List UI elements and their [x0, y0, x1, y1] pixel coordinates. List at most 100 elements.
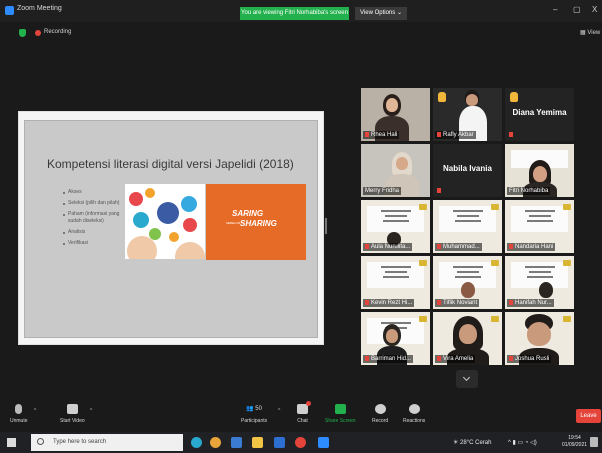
- participant-tile[interactable]: Kevin Rezt Hi...: [361, 256, 430, 309]
- slide-bullet: Verifikasi: [63, 240, 121, 247]
- recording-dot-icon: [35, 30, 41, 36]
- participant-name: Rafly Akbar: [435, 131, 476, 139]
- clock-time: 19:54: [568, 435, 581, 441]
- windows-taskbar: Type here to search ☀ 28°C Cerah ^ ▮ ▭ ◔…: [0, 432, 602, 453]
- shared-screen: Kompetensi literasi digital versi Japeli…: [18, 111, 324, 345]
- saring-text: SARING: [232, 209, 264, 218]
- leave-button[interactable]: Leave: [576, 409, 601, 423]
- view-button[interactable]: ▦ View: [580, 29, 600, 36]
- muted-mic-icon: [437, 132, 441, 137]
- raised-hand-icon: [438, 92, 446, 102]
- slide-bullet: Paham (informasi yang sudah diseleksi): [63, 211, 121, 225]
- encryption-shield-icon[interactable]: [19, 29, 26, 37]
- slide-title: Kompetensi literasi digital versi Japeli…: [47, 157, 294, 171]
- clock-date: 01/09/2021: [562, 442, 588, 448]
- participant-name: Rhea Hali: [363, 131, 400, 139]
- unmute-button[interactable]: Unmute: [10, 404, 28, 424]
- muted-mic-icon: [437, 244, 441, 249]
- search-placeholder: Type here to search: [53, 439, 107, 445]
- participants-button[interactable]: 👥 50 Participants: [241, 404, 267, 424]
- muted-mic-icon: [437, 356, 441, 361]
- slide-bullet: Analisis: [63, 229, 121, 236]
- video-off-icon: [66, 404, 78, 414]
- participant-mute-status: [507, 131, 517, 139]
- participant-tile[interactable]: Barriman Hid...: [361, 312, 430, 365]
- chat-button[interactable]: Chat: [297, 401, 311, 424]
- browser-app-icon[interactable]: [295, 437, 306, 448]
- splitter-handle[interactable]: [325, 218, 327, 234]
- sharing-text: SHARING: [240, 219, 277, 228]
- viewing-screen-banner: You are viewing Fitri Norhabiba's screen: [240, 7, 349, 20]
- view-options-button[interactable]: View Options ⌄: [355, 7, 407, 20]
- participant-tile-active-speaker[interactable]: Fitri Norhabiba: [505, 144, 574, 197]
- gallery-next-page-chevron-icon[interactable]: [456, 370, 478, 388]
- record-button[interactable]: Record: [372, 404, 388, 424]
- participant-tile[interactable]: Rhea Hali: [361, 88, 430, 141]
- participant-tile[interactable]: Merry Fridha: [361, 144, 430, 197]
- participant-display-name: Diana Yemima: [512, 108, 567, 117]
- close-button[interactable]: X: [592, 5, 597, 14]
- record-icon: [374, 404, 386, 414]
- participant-tile[interactable]: Muhammad...: [433, 200, 502, 253]
- participant-count: 50: [255, 406, 262, 412]
- search-icon: [37, 438, 44, 445]
- participant-tile[interactable]: Joshua Rusli: [505, 312, 574, 365]
- participant-tile[interactable]: Nandaria Hani: [505, 200, 574, 253]
- muted-mic-icon: [509, 244, 513, 249]
- muted-mic-icon: [365, 356, 369, 361]
- muted-mic-icon: [437, 188, 441, 193]
- participant-name: Fitri Norhabiba: [507, 187, 551, 195]
- edge-app-icon[interactable]: [191, 437, 202, 448]
- participant-name: Hanifah Nur...: [507, 299, 554, 307]
- participant-name: Vira Amelia: [435, 355, 476, 363]
- participant-tile[interactable]: Diana Yemima: [505, 88, 574, 141]
- participant-name: Aula Nurulita...: [363, 243, 413, 251]
- presentation-slide: Kompetensi literasi digital versi Japeli…: [24, 120, 318, 338]
- window-title: Zoom Meeting: [17, 5, 62, 12]
- task-view-icon[interactable]: [231, 437, 242, 448]
- participant-name: Merry Fridha: [363, 187, 402, 195]
- start-video-button[interactable]: Start Video: [60, 404, 85, 424]
- view-label: View: [587, 30, 601, 36]
- reactions-button[interactable]: Reactions: [403, 404, 425, 424]
- participants-options-caret-icon[interactable]: ^: [278, 408, 280, 414]
- participant-tile[interactable]: Hanifah Nur...: [505, 256, 574, 309]
- participant-tile[interactable]: Tiflik Noviant: [433, 256, 502, 309]
- muted-mic-icon: [509, 300, 513, 305]
- windows-start-icon[interactable]: [7, 438, 16, 447]
- participant-name: Tiflik Noviant: [435, 299, 480, 307]
- video-options-caret-icon[interactable]: ^: [90, 408, 92, 414]
- muted-mic-icon: [437, 300, 441, 305]
- raised-hand-icon: [510, 92, 518, 102]
- participant-name: Kevin Rezt Hi...: [363, 299, 415, 307]
- file-explorer-icon[interactable]: [252, 437, 263, 448]
- participant-mute-status: [435, 187, 445, 195]
- slide-bullet: Akses: [63, 189, 121, 196]
- participant-name: Barriman Hid...: [363, 355, 414, 363]
- mail-app-icon[interactable]: [274, 437, 285, 448]
- zoom-app-icon[interactable]: [318, 437, 329, 448]
- taskbar-clock[interactable]: 19:54 01/09/2021: [562, 435, 587, 449]
- muted-mic-icon: [365, 300, 369, 305]
- participants-icon: 👥 50: [246, 406, 262, 412]
- muted-mic-icon: [509, 132, 513, 137]
- participant-name: Joshua Rusli: [507, 355, 552, 363]
- minimize-button[interactable]: –: [553, 5, 557, 14]
- participant-tile[interactable]: Nabila Ivania: [433, 144, 502, 197]
- share-screen-button[interactable]: Share Screen: [325, 404, 356, 424]
- muted-mic-icon: [365, 132, 369, 137]
- maximize-button[interactable]: ▢: [573, 5, 581, 14]
- weather-widget[interactable]: ☀ 28°C Cerah: [453, 439, 491, 446]
- taskbar-search-box[interactable]: Type here to search: [31, 434, 183, 451]
- system-tray-icons[interactable]: ^ ▮ ▭ ◔ ◁): [508, 439, 537, 446]
- meeting-controls: Unmute ^ Start Video ^ 👥 50 Participants…: [0, 398, 602, 432]
- audio-options-caret-icon[interactable]: ^: [34, 408, 36, 414]
- participant-name: Nandaria Hani: [507, 243, 556, 251]
- title-bar: Zoom Meeting You are viewing Fitri Norha…: [0, 0, 602, 22]
- participant-tile[interactable]: Rafly Akbar: [433, 88, 502, 141]
- participant-tile[interactable]: Aula Nurulita...: [361, 200, 430, 253]
- slide-bullet: Seleksi (pilih dan pilah): [63, 200, 121, 207]
- notifications-icon[interactable]: [590, 437, 598, 447]
- participant-tile[interactable]: Vira Amelia: [433, 312, 502, 365]
- chrome-app-icon[interactable]: [210, 437, 221, 448]
